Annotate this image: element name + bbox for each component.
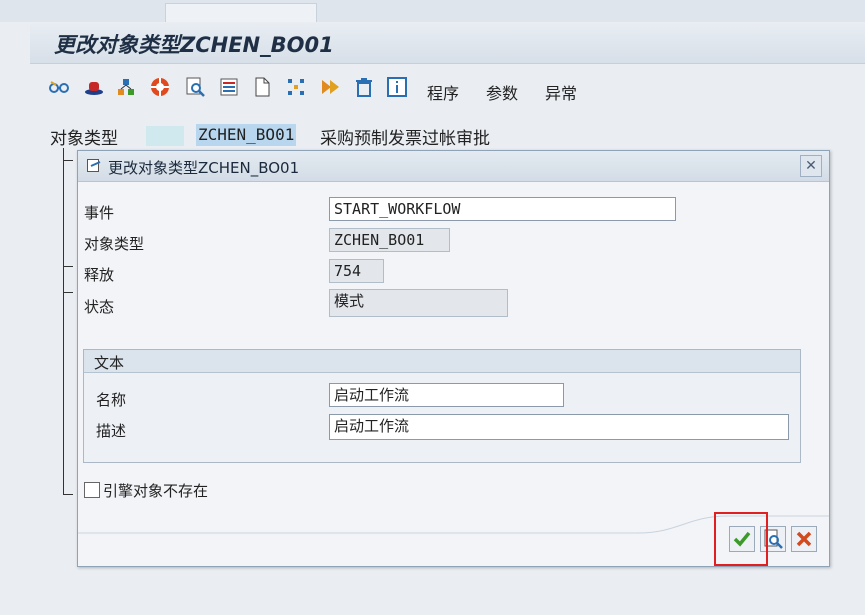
- status-field[interactable]: 模式: [329, 289, 508, 317]
- engine-object-checkbox-label: 引擎对象不存在: [103, 482, 209, 500]
- description-field[interactable]: 启动工作流: [329, 414, 789, 440]
- label-highlight: [146, 126, 184, 146]
- text-group-header: 文本: [84, 350, 800, 373]
- list-icon[interactable]: [218, 76, 240, 98]
- event-label: 事件: [84, 204, 115, 222]
- tree-icon[interactable]: [115, 76, 137, 98]
- top-tab: [165, 3, 317, 22]
- search-doc-icon[interactable]: [184, 76, 206, 98]
- close-icon[interactable]: ✕: [800, 155, 822, 177]
- cancel-button[interactable]: [791, 526, 817, 552]
- top-strip: [0, 0, 865, 22]
- page-title: 更改对象类型ZCHEN_BO01: [54, 33, 334, 57]
- name-field[interactable]: 启动工作流: [329, 383, 564, 407]
- description-label: 描述: [96, 422, 127, 440]
- release-field[interactable]: 754: [329, 259, 384, 283]
- object-type-field[interactable]: ZCHEN_BO01: [329, 228, 450, 252]
- object-type-description: 采购预制发票过帐审批: [320, 129, 490, 149]
- dialog-title: 更改对象类型ZCHEN_BO01: [108, 159, 300, 177]
- info-icon[interactable]: [386, 76, 408, 98]
- dialog-header: 更改对象类型ZCHEN_BO01 ✕: [78, 151, 829, 182]
- engine-object-checkbox[interactable]: [84, 482, 100, 498]
- tree-branch: [63, 160, 73, 161]
- menu-program[interactable]: 程序: [427, 80, 459, 104]
- tree-branch: [63, 292, 73, 293]
- tree-branch: [63, 494, 73, 495]
- release-label: 释放: [84, 266, 115, 284]
- trash-icon[interactable]: [353, 76, 375, 98]
- tree-line: [63, 148, 64, 495]
- object-type-label: 对象类型: [50, 129, 118, 149]
- cross-icon: [796, 531, 812, 547]
- menu-parameters[interactable]: 参数: [486, 80, 518, 104]
- lifebuoy-icon[interactable]: [149, 76, 171, 98]
- edit-icon: [87, 159, 101, 172]
- annotation-highlight-box: [714, 512, 768, 566]
- grid-dots-icon[interactable]: [285, 76, 307, 98]
- object-type-field-label: 对象类型: [84, 235, 145, 253]
- event-field[interactable]: START_WORKFLOW: [329, 197, 676, 221]
- title-bar: 更改对象类型ZCHEN_BO01: [30, 23, 865, 64]
- play-forward-icon[interactable]: [319, 76, 341, 98]
- object-type-value[interactable]: ZCHEN_BO01: [196, 124, 297, 146]
- glasses-icon[interactable]: [48, 76, 70, 98]
- tree-branch: [63, 266, 73, 267]
- menu-exceptions[interactable]: 异常: [545, 80, 577, 104]
- status-label: 状态: [84, 298, 115, 316]
- text-group-title: 文本: [94, 354, 125, 372]
- hat-icon[interactable]: [83, 76, 105, 98]
- name-label: 名称: [96, 391, 127, 409]
- new-doc-icon[interactable]: [251, 76, 273, 98]
